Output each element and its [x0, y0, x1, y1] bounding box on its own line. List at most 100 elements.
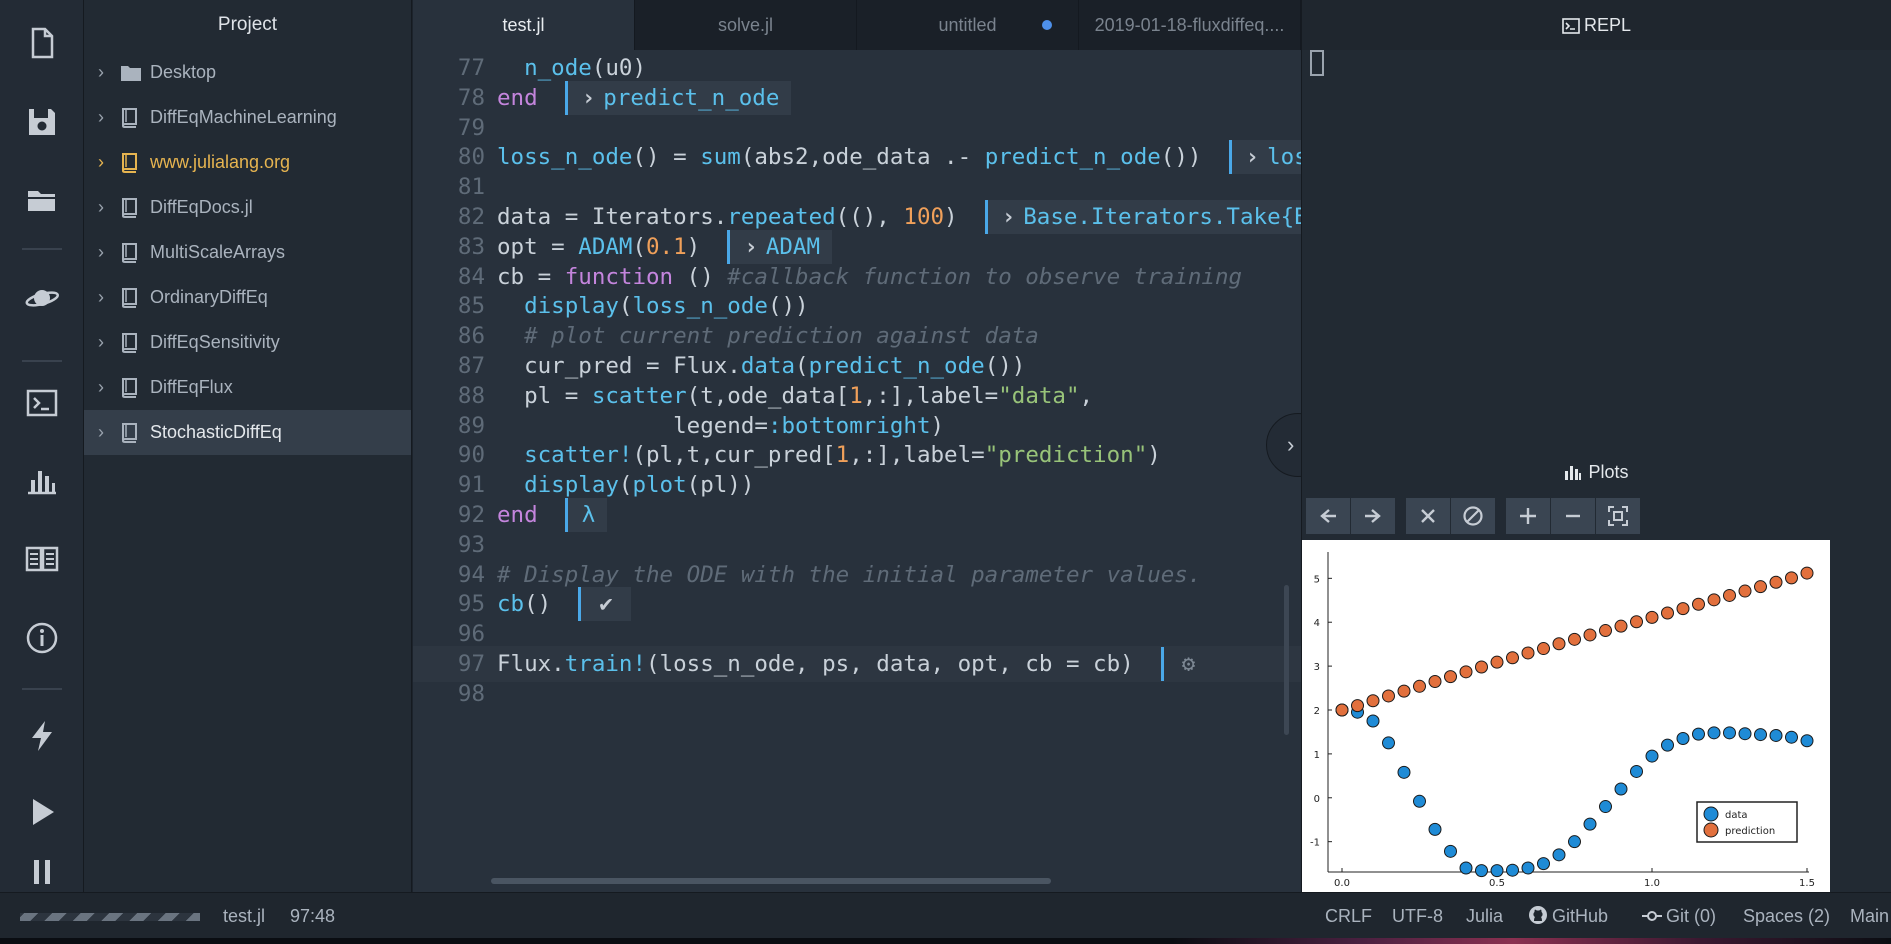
- status-encoding[interactable]: UTF-8: [1392, 893, 1443, 944]
- github-icon: [1528, 896, 1548, 942]
- plots-panel: Plots -1 0 1 2 3 4 5 0.0 0.5 1.0 1.5 data prediction: [1301, 448, 1891, 892]
- editor-horizontal-scrollbar[interactable]: [491, 878, 1051, 884]
- tree-item[interactable]: › Desktop: [84, 50, 411, 95]
- close-icon[interactable]: [1406, 498, 1450, 534]
- x-tick-label: 0.0: [1334, 878, 1350, 889]
- progress-indicator: [20, 913, 200, 921]
- code-line[interactable]: 98: [413, 676, 1301, 712]
- editor-tab[interactable]: 2019-01-18-fluxdiffeq....: [1079, 0, 1301, 50]
- fit-icon[interactable]: [1596, 498, 1640, 534]
- data-point-data: [1382, 736, 1395, 750]
- pause-icon[interactable]: [20, 860, 64, 884]
- plots-title: Plots: [1588, 462, 1629, 482]
- status-line-ending[interactable]: CRLF: [1325, 893, 1372, 944]
- terminal-icon[interactable]: [20, 381, 64, 425]
- data-point-data: [1459, 861, 1473, 875]
- status-indent[interactable]: Spaces (2): [1743, 893, 1830, 944]
- chevron-right-icon: ›: [98, 197, 104, 217]
- tree-item-label: MultiScaleArrays: [150, 242, 286, 262]
- editor-tab[interactable]: solve.jl: [635, 0, 857, 50]
- data-point-prediction: [1382, 689, 1395, 703]
- open-folder-icon[interactable]: [20, 178, 64, 222]
- clear-all-icon[interactable]: [1451, 498, 1495, 534]
- data-point-data: [1676, 732, 1690, 746]
- data-point-prediction: [1459, 665, 1473, 679]
- repl-cursor: [1310, 50, 1324, 76]
- status-file[interactable]: test.jl: [223, 893, 265, 944]
- chevron-right-icon: ›: [1245, 144, 1260, 171]
- zoom-out-icon[interactable]: [1551, 498, 1595, 534]
- info-icon[interactable]: [20, 616, 64, 660]
- chevron-right-icon: ›: [98, 422, 104, 442]
- data-point-data: [1521, 861, 1535, 875]
- docs-icon[interactable]: [20, 536, 64, 580]
- plots-icon[interactable]: [20, 458, 64, 502]
- tab-label: solve.jl: [717, 15, 774, 35]
- toolbar-separator: [22, 248, 62, 250]
- y-tick-label: 5: [1314, 574, 1320, 585]
- data-point-data: [1475, 864, 1488, 878]
- repl-title: REPL: [1583, 15, 1632, 35]
- data-point-data: [1413, 794, 1426, 808]
- tool-bar: [0, 0, 84, 892]
- tree-item[interactable]: › DiffEqMachineLearning: [84, 95, 411, 140]
- tab-label: 2019-01-18-fluxdiffeq....: [1094, 15, 1285, 35]
- planet-icon[interactable]: [20, 276, 64, 320]
- code-editor[interactable]: 77 n_ode(u0) 78 end › predict_n_ode 79 80 loss…: [413, 50, 1301, 892]
- line-number: 98: [457, 680, 485, 707]
- data-point-prediction: [1397, 684, 1411, 698]
- repo-icon: [120, 377, 142, 398]
- tree-item[interactable]: › www.julialang.org: [84, 140, 411, 185]
- new-file-icon[interactable]: [20, 21, 64, 65]
- git-commit-icon: [1642, 895, 1662, 941]
- tree-item[interactable]: › OrdinaryDiffEq: [84, 275, 411, 320]
- plot-canvas[interactable]: -1 0 1 2 3 4 5 0.0 0.5 1.0 1.5 data prediction: [1302, 540, 1830, 892]
- repo-icon: [120, 422, 142, 443]
- terminal-icon: [1562, 3, 1580, 53]
- window-bottom-edge: [0, 938, 1891, 944]
- save-icon[interactable]: [20, 100, 64, 144]
- repl-panel[interactable]: REPL: [1301, 0, 1891, 448]
- git-label: Git (0): [1666, 906, 1717, 926]
- data-point-data: [1645, 749, 1659, 763]
- tree-item[interactable]: › DiffEqFlux: [84, 365, 411, 410]
- y-tick-label: 0: [1314, 794, 1320, 805]
- status-branch[interactable]: Main: [1850, 893, 1889, 944]
- data-point-prediction: [1428, 674, 1442, 688]
- data-point-prediction: [1692, 597, 1705, 611]
- plots-icon: [1564, 450, 1582, 498]
- tree-item[interactable]: › StochasticDiffEq: [84, 410, 411, 455]
- editor-vertical-scrollbar[interactable]: [1284, 585, 1289, 735]
- status-cursor-position[interactable]: 97:48: [290, 893, 335, 944]
- x-tick-label: 1.0: [1644, 878, 1660, 889]
- zoom-in-icon[interactable]: [1506, 498, 1550, 534]
- back-icon[interactable]: [1306, 498, 1350, 534]
- data-point-data: [1537, 857, 1550, 871]
- repo-icon: [120, 332, 142, 353]
- data-point-prediction: [1661, 606, 1674, 620]
- status-github[interactable]: GitHub: [1528, 893, 1608, 944]
- github-label: GitHub: [1552, 906, 1609, 926]
- legend-marker: [1703, 822, 1719, 838]
- chevron-right-icon: ›: [744, 233, 758, 260]
- tree-item-label: DiffEqSensitivity: [150, 332, 280, 352]
- chevron-right-icon: ›: [98, 287, 104, 307]
- data-point-data: [1800, 734, 1814, 748]
- tree-item[interactable]: › DiffEqDocs.jl: [84, 185, 411, 230]
- tree-item[interactable]: › DiffEqSensitivity: [84, 320, 411, 365]
- editor-tab[interactable]: untitled: [857, 0, 1079, 50]
- tree-item[interactable]: › MultiScaleArrays: [84, 230, 411, 275]
- status-grammar[interactable]: Julia: [1466, 893, 1503, 944]
- repo-icon: [120, 197, 142, 218]
- status-git[interactable]: Git (0): [1642, 893, 1716, 944]
- project-panel-title: Project: [217, 14, 278, 35]
- data-point-prediction: [1537, 642, 1550, 656]
- folder-icon: [120, 63, 142, 83]
- run-icon[interactable]: [20, 790, 64, 834]
- forward-icon[interactable]: [1351, 498, 1395, 534]
- tree-item-label: www.julialang.org: [150, 152, 291, 172]
- editor-tab[interactable]: test.jl: [413, 0, 635, 50]
- data-point-data: [1707, 726, 1721, 740]
- lightning-icon[interactable]: [20, 714, 64, 758]
- y-tick-label: 2: [1314, 706, 1320, 717]
